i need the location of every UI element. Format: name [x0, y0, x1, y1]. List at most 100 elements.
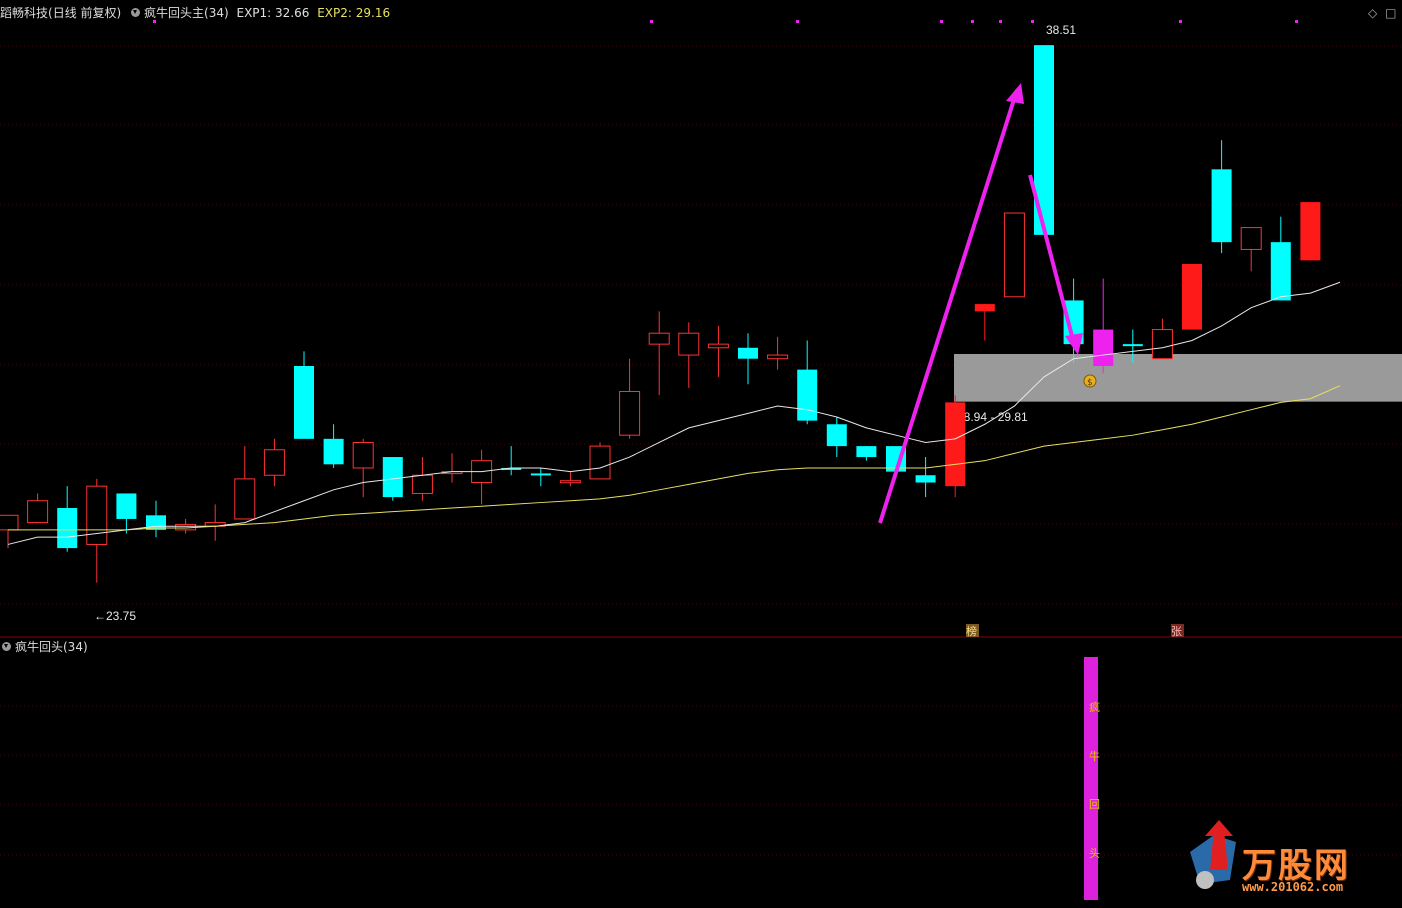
candle-body	[382, 457, 403, 498]
candle-body	[797, 369, 818, 421]
candle-body	[619, 390, 641, 436]
candle-body	[86, 485, 108, 545]
signal-char-1: 疯	[1089, 700, 1100, 714]
candle[interactable]	[441, 453, 463, 483]
candle[interactable]	[0, 514, 19, 549]
candle[interactable]	[559, 471, 581, 487]
candle[interactable]	[323, 424, 344, 468]
candle[interactable]	[707, 325, 729, 377]
candle[interactable]	[530, 467, 551, 487]
candle[interactable]	[411, 457, 433, 501]
candle-body	[1240, 227, 1262, 250]
candle-body	[1151, 329, 1173, 360]
candle[interactable]	[116, 493, 137, 534]
candle[interactable]	[619, 358, 641, 439]
kline-chart[interactable]: 28.94 - 29.81 38.51 ←23.75 $ 榜 张 疯 牛 回 头	[0, 0, 1402, 908]
top-dot	[940, 20, 943, 23]
candle-body	[234, 478, 256, 520]
candle[interactable]	[27, 493, 49, 524]
watermark-url: www.201062.com	[1242, 880, 1344, 894]
high-label: 38.51	[1046, 23, 1076, 37]
candle[interactable]	[263, 438, 285, 487]
candle-body	[648, 332, 670, 345]
candle-body	[1300, 202, 1321, 261]
candle[interactable]	[945, 395, 966, 498]
candle[interactable]	[471, 449, 493, 505]
candle[interactable]	[1240, 227, 1262, 272]
candle[interactable]	[86, 478, 108, 583]
candle-body	[678, 332, 700, 356]
ma-yellow-line	[8, 385, 1341, 531]
svg-text:榜: 榜	[966, 624, 977, 638]
top-dot	[1295, 20, 1298, 23]
svg-text:张: 张	[1171, 625, 1182, 638]
top-dot	[1179, 20, 1182, 23]
candle-body	[27, 500, 49, 524]
candle[interactable]	[738, 333, 758, 385]
candle[interactable]	[974, 304, 995, 341]
candle[interactable]	[352, 438, 374, 498]
candle[interactable]	[1182, 264, 1202, 330]
candle-body	[1122, 344, 1143, 347]
candle-body	[530, 473, 551, 476]
tag-bang[interactable]: 榜	[966, 624, 979, 638]
candle-body	[411, 474, 433, 494]
candle[interactable]	[1211, 140, 1232, 254]
candle[interactable]	[856, 446, 877, 461]
svg-text:$: $	[1087, 378, 1093, 388]
signal-char-4: 头	[1089, 847, 1100, 860]
candle[interactable]	[1093, 278, 1114, 374]
candle-body	[1093, 329, 1114, 366]
candle[interactable]	[1151, 318, 1173, 360]
candle[interactable]	[826, 416, 847, 458]
candle[interactable]	[57, 486, 78, 552]
candle-body	[856, 446, 877, 458]
top-marker-dots	[153, 20, 1298, 23]
signal-char-3: 回	[1089, 798, 1100, 811]
candle-body	[1270, 242, 1291, 301]
candle-body	[767, 354, 789, 360]
candle-body	[1003, 212, 1025, 298]
top-dot	[971, 20, 974, 23]
candle-body	[294, 365, 314, 439]
candle-body	[1182, 264, 1202, 330]
top-dot	[650, 20, 653, 23]
top-dot	[796, 20, 799, 23]
candle[interactable]	[204, 504, 226, 541]
candle-body	[974, 304, 995, 312]
candle-body	[352, 441, 374, 469]
candle-body	[915, 475, 936, 483]
candle-body	[0, 514, 19, 531]
candle[interactable]	[648, 311, 670, 396]
support-zone	[954, 353, 1402, 402]
candle-body	[1211, 169, 1232, 243]
candle[interactable]	[678, 322, 700, 388]
candle-body	[559, 480, 581, 484]
candle[interactable]	[589, 442, 611, 480]
candle[interactable]	[1003, 212, 1025, 298]
candle-body	[323, 438, 344, 465]
candle[interactable]	[234, 446, 256, 520]
signal-bar	[1084, 657, 1098, 900]
candle[interactable]	[1270, 216, 1291, 301]
candle[interactable]	[915, 457, 936, 498]
candle[interactable]	[146, 500, 166, 538]
candle[interactable]	[1300, 202, 1321, 261]
top-dot	[153, 20, 156, 23]
tag-zhang[interactable]: 张	[1171, 624, 1184, 638]
candle-body	[826, 424, 847, 447]
candle-body	[589, 445, 611, 480]
candle[interactable]	[501, 446, 522, 476]
low-label: ←23.75	[94, 609, 136, 623]
watermark-logo-icon	[1190, 820, 1236, 889]
zone-label: 28.94 - 29.81	[957, 410, 1028, 424]
candle-body	[57, 508, 78, 549]
ma-white-line	[7, 281, 1341, 545]
up-arrow-head	[1006, 83, 1024, 104]
candle-body	[707, 343, 729, 349]
candle-body	[116, 493, 137, 519]
candle-body	[945, 402, 966, 487]
candle-body	[263, 449, 285, 476]
top-dot	[1031, 20, 1034, 23]
candle-body	[738, 347, 758, 359]
